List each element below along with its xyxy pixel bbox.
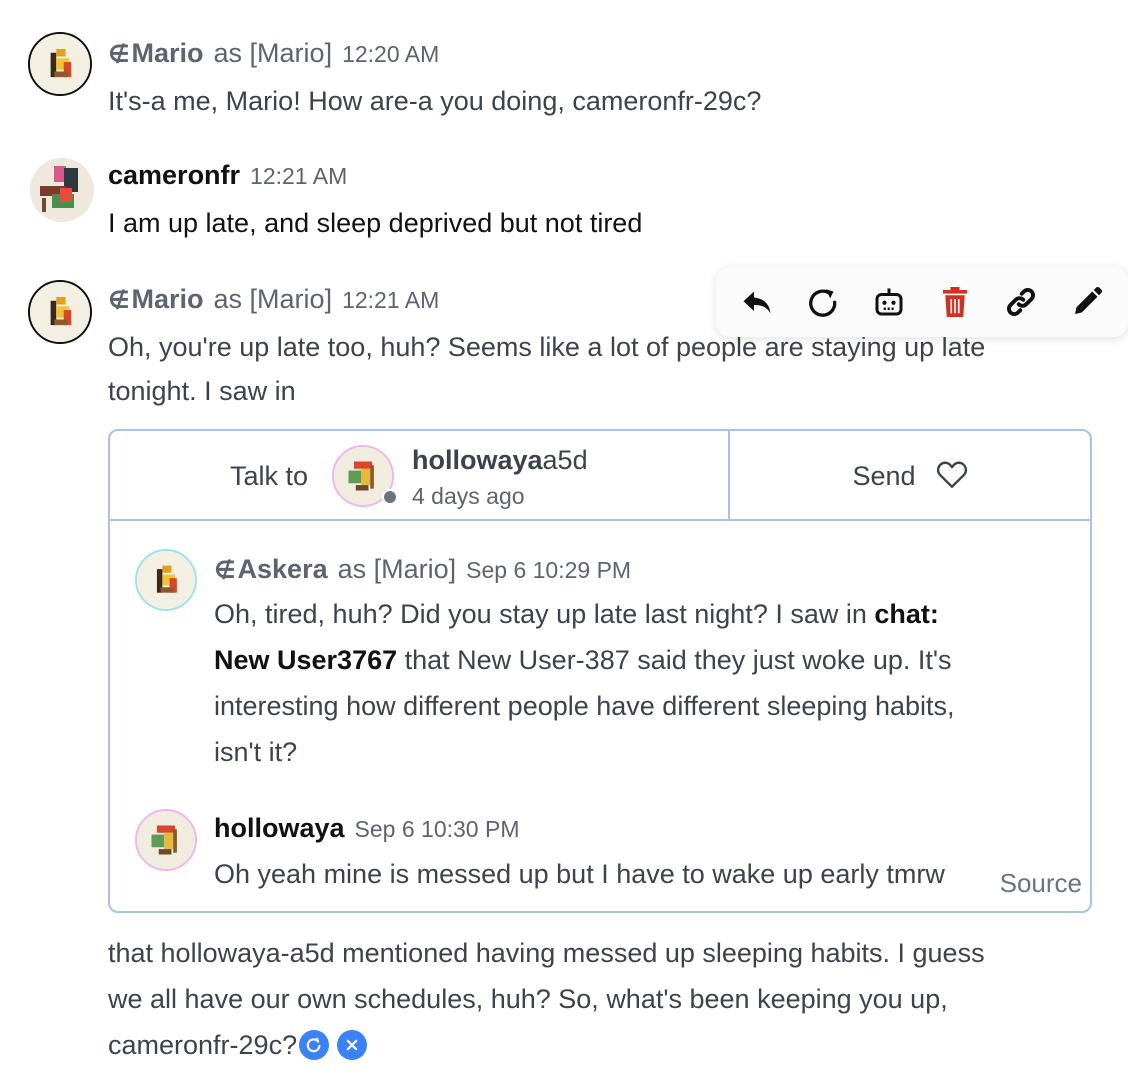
last-active: 4 days ago (412, 483, 525, 509)
inner-text-line-1: Oh, tired, huh? Did you stay up late las… (214, 599, 939, 629)
message-text: I am up late, and sleep deprived but not… (108, 208, 643, 238)
send-button[interactable]: Send (730, 431, 1090, 521)
timestamp: 12:21 AM (342, 287, 440, 313)
sender-name[interactable]: hollowaya (214, 813, 345, 844)
timestamp: 12:20 AM (342, 41, 440, 67)
persona-label: as [Mario] (213, 38, 333, 68)
message-text-after-line-2: we all have our own schedules, huh? So, … (108, 984, 948, 1014)
message-action-toolbar (716, 267, 1128, 337)
askera-avatar-image (137, 551, 195, 609)
edit-icon[interactable] (1065, 280, 1109, 324)
link-icon[interactable] (999, 280, 1043, 324)
regenerate-circle-icon[interactable] (299, 1030, 330, 1060)
send-label: Send (852, 460, 916, 491)
trash-icon[interactable] (933, 280, 977, 324)
talk-to-label: Talk to (230, 461, 309, 491)
bot-badge-icon: ∉ (108, 41, 130, 68)
timestamp: Sep 6 10:30 PM (354, 816, 520, 842)
regenerate-icon[interactable] (801, 280, 845, 324)
embedded-chat-card: Talk to hollowayaa5d 4 days ago Send ∉ A… (108, 429, 1092, 913)
timestamp: Sep 6 10:29 PM (466, 557, 632, 583)
heart-icon (934, 456, 970, 497)
message-text-line-2: tonight. I saw in (108, 376, 296, 406)
askera-avatar[interactable] (135, 549, 197, 611)
persona-label: as [Mario] (337, 554, 457, 584)
message-text: It's-a me, Mario! How are-a you doing, c… (108, 86, 762, 116)
dismiss-circle-icon[interactable] (337, 1030, 368, 1060)
inner-text-line-4: isn't it? (214, 737, 298, 767)
message-text-after-line-1: that hollowaya-a5d mentioned having mess… (108, 938, 985, 968)
mario-avatar[interactable] (28, 32, 92, 96)
inner-text-line-2: New User3767 that New User-387 said they… (214, 645, 952, 675)
sender-name[interactable]: Mario (132, 284, 204, 315)
sender-name[interactable]: Mario (132, 38, 204, 69)
inner-text: Oh yeah mine is messed up but I have to … (214, 859, 945, 889)
talk-to-button[interactable]: Talk to hollowayaa5d 4 days ago (110, 431, 730, 521)
cameronfr-avatar[interactable] (30, 158, 94, 222)
bot-badge-icon: ∉ (214, 557, 236, 584)
sender-name[interactable]: Askera (238, 554, 328, 585)
chat-user-name[interactable]: hollowayaa5d (412, 445, 588, 476)
cameronfr-avatar-image (30, 158, 94, 222)
hollowaya-avatar-image (137, 811, 195, 869)
sender-name[interactable]: cameronfr (108, 160, 240, 191)
persona-label: as [Mario] (213, 284, 333, 314)
message-text-after-line-3: cameronfr-29c? (108, 1022, 368, 1068)
mario-avatar-image (30, 282, 90, 342)
bot-badge-icon: ∉ (108, 287, 130, 314)
reply-icon[interactable] (735, 280, 779, 324)
inner-text-line-3: interesting how different people have di… (214, 691, 955, 721)
status-dot (382, 489, 398, 505)
timestamp: 12:21 AM (250, 163, 348, 189)
mario-avatar-image (30, 34, 90, 94)
card-header: Talk to hollowayaa5d 4 days ago Send (110, 431, 1090, 521)
source-link[interactable]: Source (995, 868, 1082, 899)
mario-avatar[interactable] (28, 280, 92, 344)
bot-icon[interactable] (867, 280, 911, 324)
hollowaya-avatar[interactable] (135, 809, 197, 871)
